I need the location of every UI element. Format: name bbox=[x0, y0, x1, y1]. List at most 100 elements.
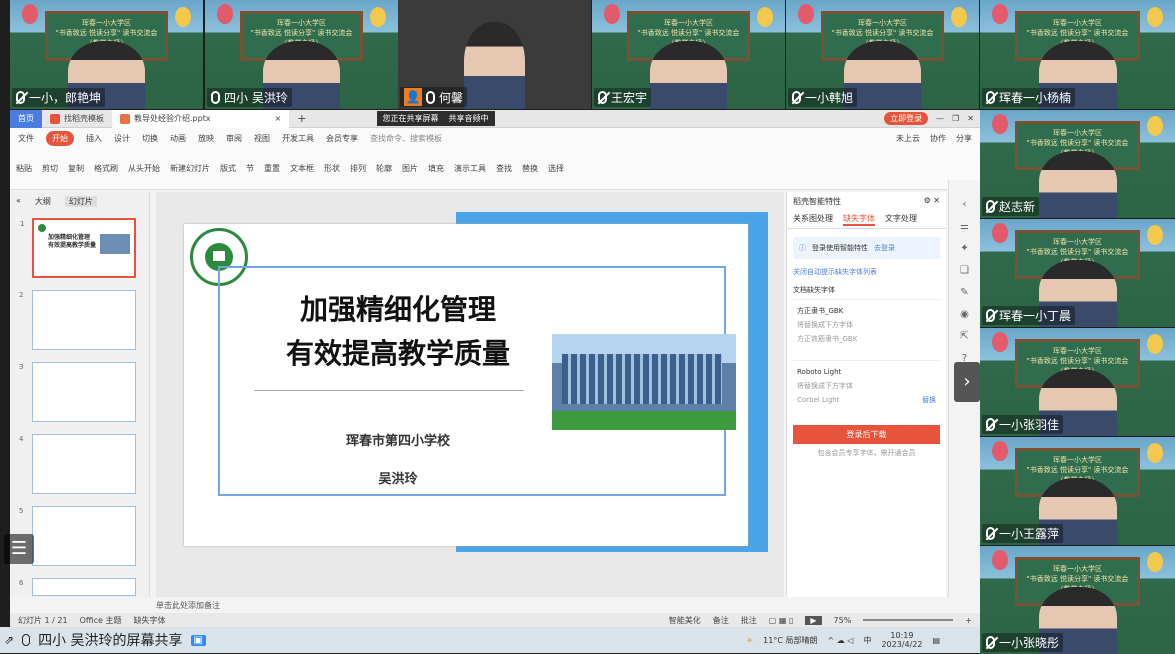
collapse-panel-icon[interactable]: « bbox=[16, 196, 21, 207]
ribbon-tab-6[interactable]: 放映 bbox=[198, 133, 214, 144]
tab-home[interactable]: 首页 bbox=[10, 109, 42, 128]
restore-icon[interactable]: ❐ bbox=[952, 114, 959, 123]
ribbon-action-1[interactable]: 协作 bbox=[930, 133, 946, 144]
new-tab-icon[interactable]: + bbox=[297, 112, 306, 125]
settings-icon[interactable]: ⚙ ✕ bbox=[924, 196, 940, 207]
ribbon-tab-8[interactable]: 视图 bbox=[254, 133, 270, 144]
tool-8[interactable]: 重置 bbox=[264, 163, 280, 174]
font-item-1[interactable]: 方正隶书_GBK 将替换成下方字体 方正铁筋隶书_GBK bbox=[793, 299, 940, 350]
ribbon-action-2[interactable]: 分享 bbox=[956, 133, 972, 144]
notice-login-link[interactable]: 去登录 bbox=[874, 243, 895, 253]
tray-icons[interactable]: ^ ☁ ◁ bbox=[827, 636, 853, 645]
tool-16[interactable]: 查找 bbox=[496, 163, 512, 174]
missing-font-status[interactable]: 缺失字体 bbox=[134, 615, 166, 626]
tab-slides[interactable]: 幻灯片 bbox=[64, 196, 97, 207]
right-tile-4[interactable]: 珲春一小大学区"书香致远 悦读分享" 读书交流会（教学专场）一小张晓彤 bbox=[980, 546, 1175, 654]
top-tile-1[interactable]: 珲春一小大学区"书香致远 悦读分享" 读书交流会（教学专场）四小 吴洪玲 bbox=[205, 0, 398, 109]
copy-icon[interactable]: ❏ bbox=[949, 260, 980, 282]
beautify-button[interactable]: 智能美化 bbox=[669, 615, 701, 626]
replace-link[interactable]: 替换 bbox=[922, 393, 936, 407]
collapse-sidebar-icon[interactable]: ‹ bbox=[949, 194, 980, 216]
right-tile-3[interactable]: 珲春一小大学区"书香致远 悦读分享" 读书交流会（教学专场）一小王露萍 bbox=[980, 437, 1175, 545]
notes-area[interactable]: 单击此处添加备注 bbox=[150, 597, 980, 613]
top-tile-5[interactable]: 珲春一小大学区"书香致远 悦读分享" 读书交流会（教学专场）珲春一小杨楠 bbox=[980, 0, 1175, 109]
pane-tab-0[interactable]: 关系图处理 bbox=[793, 213, 833, 226]
close-tab-icon[interactable]: × bbox=[275, 114, 282, 123]
close-window-icon[interactable]: ✕ bbox=[967, 114, 974, 123]
current-slide[interactable]: 加强精细化管理 有效提高教学质量 珲春市第四小学校 吴洪玲 bbox=[184, 224, 748, 546]
pane-tab-2[interactable]: 文字处理 bbox=[885, 213, 917, 226]
tab-document[interactable]: 教导处经验介绍.pptx × bbox=[112, 109, 290, 128]
tool-7[interactable]: 节 bbox=[246, 163, 254, 174]
tab-outline[interactable]: 大纲 bbox=[35, 196, 51, 207]
properties-icon[interactable]: ⚌ bbox=[949, 216, 980, 238]
top-tile-0[interactable]: 珲春一小大学区"书香致远 悦读分享" 读书交流会（教学专场）一小，郎艳坤 bbox=[10, 0, 203, 109]
ribbon-tab-5[interactable]: 动画 bbox=[170, 133, 186, 144]
tool-13[interactable]: 图片 bbox=[402, 163, 418, 174]
tool-12[interactable]: 轮廓 bbox=[376, 163, 392, 174]
right-tile-0[interactable]: 珲春一小大学区"书香致远 悦读分享" 读书交流会（教学专场）赵志新 bbox=[980, 110, 1175, 218]
zoom-app-icon[interactable]: ▣ bbox=[190, 634, 206, 646]
tool-18[interactable]: 选择 bbox=[548, 163, 564, 174]
right-tile-2[interactable]: 珲春一小大学区"书香致远 悦读分享" 读书交流会（教学专场）一小张羽佳 bbox=[980, 328, 1175, 436]
tool-15[interactable]: 演示工具 bbox=[454, 163, 486, 174]
slide-thumbnail-1[interactable]: 1 加强精细化管理 有效提高教学质量 bbox=[20, 218, 136, 278]
tool-4[interactable]: 从头开始 bbox=[128, 163, 160, 174]
tool-5[interactable]: 新建幻灯片 bbox=[170, 163, 210, 174]
ribbon-tab-9[interactable]: 开发工具 bbox=[282, 133, 314, 144]
tool-10[interactable]: 形状 bbox=[324, 163, 340, 174]
play-icon[interactable]: ▶ bbox=[805, 615, 822, 625]
tool-0[interactable]: 粘贴 bbox=[16, 163, 32, 174]
slide-thumbnail-6[interactable]: 6 bbox=[19, 578, 136, 596]
next-page-icon[interactable]: › bbox=[954, 362, 980, 402]
slide-thumbnail-4[interactable]: 4 bbox=[19, 434, 136, 494]
auto-tip-link[interactable]: 关闭自动提示缺失字体列表 bbox=[787, 267, 946, 277]
share-screen-icon[interactable]: ⇗ bbox=[4, 633, 14, 647]
sharing-audio-label[interactable]: 共享音频中 bbox=[449, 113, 489, 124]
top-tile-2[interactable]: 👤 何馨 bbox=[398, 0, 591, 109]
zoom-level[interactable]: 75% bbox=[834, 616, 852, 625]
tool-1[interactable]: 剪切 bbox=[42, 163, 58, 174]
ime-indicator[interactable]: 中 bbox=[863, 635, 871, 646]
notes-toggle[interactable]: 备注 bbox=[713, 615, 729, 626]
right-tile-1[interactable]: 珲春一小大学区"书香致远 悦读分享" 读书交流会（教学专场）珲春一小丁晨 bbox=[980, 219, 1175, 327]
slide-thumbnail-3[interactable]: 3 bbox=[19, 362, 136, 422]
ribbon-tab-4[interactable]: 切换 bbox=[142, 133, 158, 144]
zoom-slider[interactable] bbox=[863, 619, 954, 621]
tool-17[interactable]: 替换 bbox=[522, 163, 538, 174]
ribbon-tab-0[interactable]: 文件 bbox=[18, 133, 34, 144]
minimize-icon[interactable]: — bbox=[936, 114, 944, 123]
ribbon-action-0[interactable]: 未上云 bbox=[896, 133, 920, 144]
command-search[interactable]: 查找命令、搜索模板 bbox=[370, 133, 442, 144]
location-icon[interactable]: ◉ bbox=[949, 304, 980, 326]
ribbon-tab-10[interactable]: 会员专享 bbox=[326, 133, 358, 144]
tool-11[interactable]: 排列 bbox=[350, 163, 366, 174]
tab-template[interactable]: 找稻壳模板 bbox=[42, 110, 112, 128]
share-icon[interactable]: ⇱ bbox=[949, 326, 980, 348]
normal-view-icon[interactable]: ▢ ▦ ▯ bbox=[769, 616, 794, 625]
clock[interactable]: 10:19 2023/4/22 bbox=[881, 631, 922, 649]
ribbon-tab-1[interactable]: 开始 bbox=[46, 130, 74, 146]
top-tile-4[interactable]: 珲春一小大学区"书香致远 悦读分享" 读书交流会（教学专场）一小韩旭 bbox=[786, 0, 979, 109]
pane-tab-1[interactable]: 缺失字体 bbox=[843, 213, 875, 226]
tool-6[interactable]: 版式 bbox=[220, 163, 236, 174]
ribbon-tab-3[interactable]: 设计 bbox=[114, 133, 130, 144]
tool-9[interactable]: 文本框 bbox=[290, 163, 314, 174]
slide-thumbnail-2[interactable]: 2 bbox=[19, 290, 136, 350]
mic-icon[interactable] bbox=[22, 634, 31, 646]
ribbon-tab-2[interactable]: 插入 bbox=[86, 133, 102, 144]
comment-toggle[interactable]: 批注 bbox=[741, 615, 757, 626]
tool-3[interactable]: 格式刷 bbox=[94, 163, 118, 174]
weather-text[interactable]: 11°C 局部晴朗 bbox=[763, 635, 817, 646]
edit-icon[interactable]: ✎ bbox=[949, 282, 980, 304]
pin-icon[interactable]: ✦ bbox=[949, 238, 980, 260]
zoom-in-icon[interactable]: + bbox=[965, 616, 980, 625]
notification-icon[interactable]: ▤ bbox=[932, 636, 940, 645]
tool-2[interactable]: 复制 bbox=[68, 163, 84, 174]
tool-14[interactable]: 填充 bbox=[428, 163, 444, 174]
download-button[interactable]: 登录后下载 bbox=[793, 425, 940, 444]
font-item-2[interactable]: Roboto Light 将替换成下方字体 Corbel Light 替换 bbox=[793, 360, 940, 411]
login-button[interactable]: 立即登录 bbox=[884, 112, 929, 125]
slide-thumbnail-5[interactable]: 5 bbox=[19, 506, 136, 566]
top-tile-3[interactable]: 珲春一小大学区"书香致远 悦读分享" 读书交流会（教学专场）王宏宇 bbox=[592, 0, 785, 109]
